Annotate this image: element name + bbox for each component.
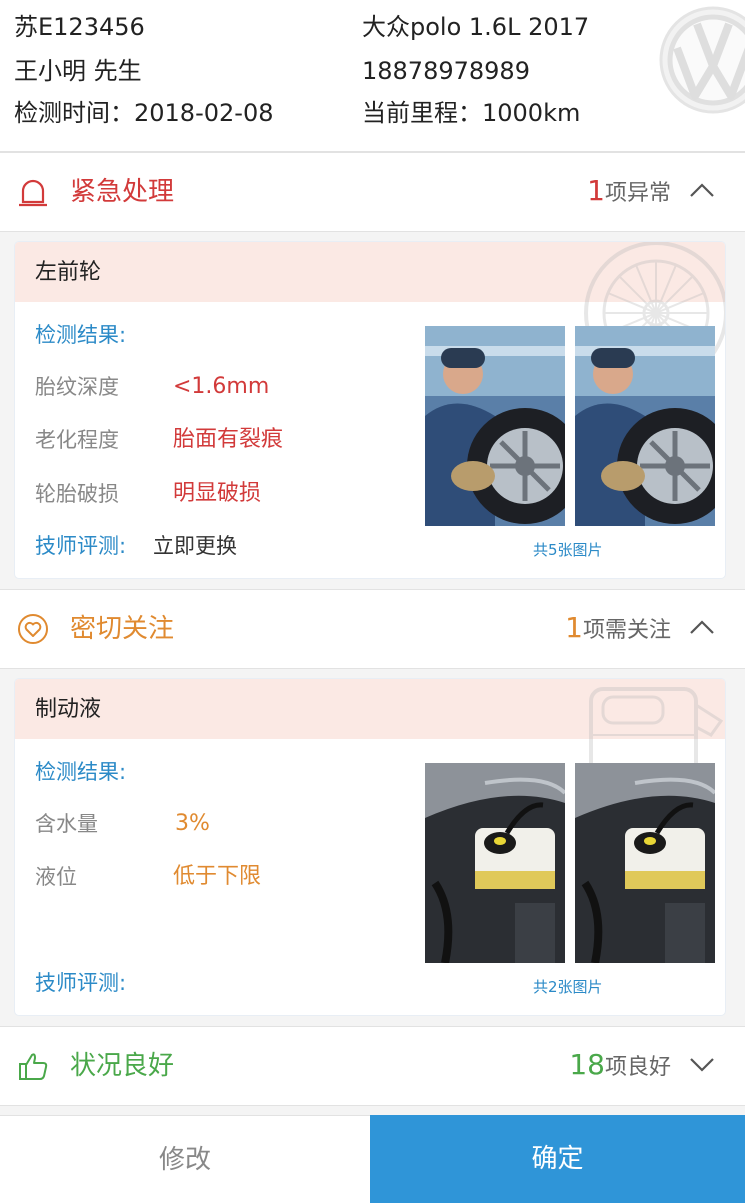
item-name: 制动液 xyxy=(35,697,102,722)
attention-count-number: 1 xyxy=(565,611,583,644)
urgent-count-text: 项异常 xyxy=(604,181,671,206)
photo-count-link[interactable]: 共5张图片 xyxy=(533,540,603,560)
license-plate: 苏E123456 xyxy=(14,13,145,41)
inspection-date-value: 2018-02-08 xyxy=(134,99,274,127)
chevron-up-icon[interactable] xyxy=(689,181,715,199)
tech-eval-value: 立即更换 xyxy=(153,534,237,558)
section-attention-count: 1项需关注 xyxy=(565,610,671,650)
edit-button[interactable]: 修改 xyxy=(0,1115,370,1203)
attention-count-text: 项需关注 xyxy=(582,618,671,643)
owner-phone: 18878978989 xyxy=(362,57,530,85)
tech-eval-label: 技师评测: xyxy=(35,971,127,995)
volkswagen-logo xyxy=(659,6,745,114)
row-value-tread-depth: <1.6mm xyxy=(173,374,270,399)
chevron-down-icon[interactable] xyxy=(689,1055,715,1073)
section-good-count: 18项良好 xyxy=(569,1047,671,1087)
inspection-date-label: 检测时间： xyxy=(14,99,134,127)
section-good-header[interactable]: 状况良好 18项良好 xyxy=(0,1026,745,1106)
good-count-number: 18 xyxy=(569,1048,605,1081)
mileage-label: 当前里程： xyxy=(362,99,482,127)
alarm-bell-icon xyxy=(19,179,47,207)
item-name: 左前轮 xyxy=(35,260,102,285)
chevron-up-icon[interactable] xyxy=(689,618,715,636)
confirm-button[interactable]: 确定 xyxy=(370,1115,745,1203)
tech-eval-label: 技师评测: xyxy=(35,534,127,558)
section-urgent-title: 紧急处理 xyxy=(70,177,175,207)
section-good-title: 状况良好 xyxy=(70,1051,175,1081)
result-label: 检测结果: xyxy=(35,323,127,347)
thumbs-up-icon xyxy=(19,1053,48,1080)
section-attention-title: 密切关注 xyxy=(70,614,175,644)
item-card-brake-fluid[interactable]: 制动液 检测结果: 含水量 3% 液位 低于下限 技师评测: 共2张图片 xyxy=(15,679,725,1015)
row-value-fluid-level: 低于下限 xyxy=(173,864,262,889)
owner-name: 王小明 先生 xyxy=(14,57,142,85)
mileage-value: 1000km xyxy=(482,99,581,127)
row-value-water-content: 3% xyxy=(175,811,210,836)
row-value-aging: 胎面有裂痕 xyxy=(173,427,284,452)
brake-fluid-photo-1[interactable] xyxy=(425,763,565,963)
section-urgent-count: 1项异常 xyxy=(587,173,671,213)
photo-count-link[interactable]: 共2张图片 xyxy=(533,977,603,997)
vehicle-model: 大众polo 1.6L 2017 xyxy=(362,13,590,41)
item-card-left-front-tire[interactable]: 左前轮 检测结果: 胎纹深度 <1.6mm 老化程度 胎面有裂痕 轮胎破损 明显… xyxy=(15,242,725,578)
tire-photo-2[interactable] xyxy=(575,326,715,526)
urgent-count-number: 1 xyxy=(587,174,605,207)
brake-fluid-photo-2[interactable] xyxy=(575,763,715,963)
row-label-aging: 老化程度 xyxy=(35,428,119,452)
heart-circle-icon xyxy=(18,614,48,644)
section-attention-header[interactable]: 密切关注 1项需关注 xyxy=(0,589,745,669)
current-mileage: 当前里程：1000km xyxy=(362,98,580,128)
action-footer: 修改 确定 xyxy=(0,1115,745,1203)
good-count-text: 项良好 xyxy=(604,1055,671,1080)
result-label: 检测结果: xyxy=(35,760,127,784)
vehicle-info-header: 苏E123456 大众polo 1.6L 2017 王小明 先生 1887897… xyxy=(0,0,745,152)
tire-photo-1[interactable] xyxy=(425,326,565,526)
section-urgent-header[interactable]: 紧急处理 1项异常 xyxy=(0,152,745,232)
row-value-damage: 明显破损 xyxy=(173,481,262,506)
row-label-water-content: 含水量 xyxy=(35,812,98,836)
row-label-tread-depth: 胎纹深度 xyxy=(35,375,119,399)
inspection-date: 检测时间：2018-02-08 xyxy=(14,98,273,128)
row-label-fluid-level: 液位 xyxy=(35,865,77,889)
row-label-damage: 轮胎破损 xyxy=(35,482,119,506)
